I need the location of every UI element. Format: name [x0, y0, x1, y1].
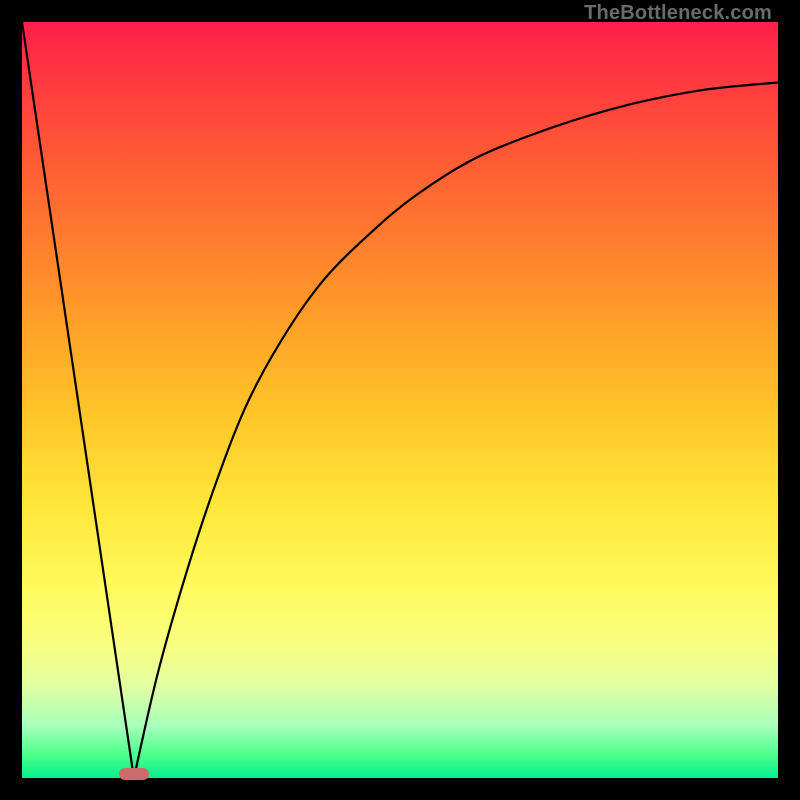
plot-area [22, 22, 778, 778]
minimum-marker [119, 768, 149, 780]
bottleneck-curve [22, 22, 778, 778]
chart-frame: TheBottleneck.com [0, 0, 800, 800]
curve-path [22, 22, 778, 778]
